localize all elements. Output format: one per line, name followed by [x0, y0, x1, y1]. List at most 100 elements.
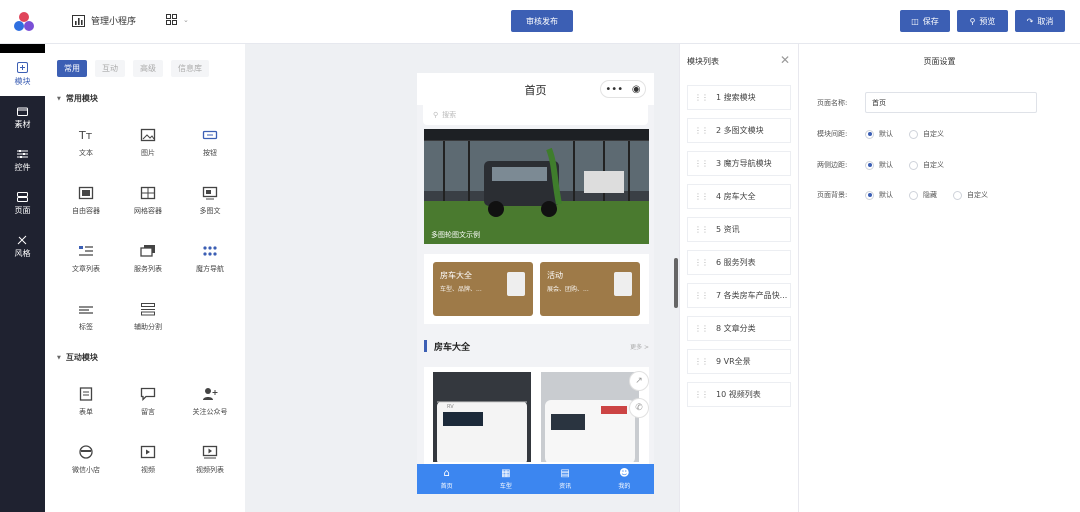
grid-menu-button[interactable]: ⌄: [166, 14, 189, 25]
module-multi-image-text[interactable]: 多图文: [187, 172, 233, 230]
tabbar-home[interactable]: ⌂ 首页: [417, 464, 476, 494]
drag-handle-icon[interactable]: ⋮⋮: [694, 324, 709, 333]
module-form[interactable]: 表单: [63, 373, 109, 431]
page-name-input[interactable]: 首页: [865, 92, 1037, 113]
module-list-item[interactable]: ⋮⋮ 5 资讯: [687, 217, 791, 242]
module-button[interactable]: 按钮: [187, 114, 233, 172]
more-link[interactable]: 更多 >: [630, 342, 649, 351]
cancel-label: 取消: [1037, 16, 1054, 26]
tabbar-label: 首页: [440, 483, 453, 490]
common-modules-grid: Tт 文本 图片 按钮 自由容器 网格容器 多图文 文章列表 服务列表 魔方导航 …: [63, 114, 233, 346]
module-list-item[interactable]: ⋮⋮ 3 魔方导航模块: [687, 151, 791, 176]
module-message[interactable]: 留言: [125, 373, 171, 431]
share-button[interactable]: ↗: [629, 371, 649, 391]
rail-item-materials[interactable]: 素材: [0, 96, 45, 139]
svg-text:Tт: Tт: [78, 129, 93, 142]
module-divider[interactable]: 辅助分割: [125, 288, 171, 346]
banner-carousel[interactable]: 多图轮图文示例: [424, 129, 649, 244]
module-video[interactable]: 视频: [125, 431, 171, 489]
tile-label: 服务列表: [134, 265, 162, 273]
tab-common[interactable]: 常用: [57, 60, 87, 77]
margin-custom-radio[interactable]: 自定义: [909, 160, 944, 170]
app-switcher[interactable]: 管理小程序: [72, 14, 136, 27]
module-list-item[interactable]: ⋮⋮ 4 房车大全: [687, 184, 791, 209]
section-title: 常用模块: [65, 94, 98, 103]
drag-handle-icon[interactable]: ⋮⋮: [694, 390, 709, 399]
bg-default-radio[interactable]: 默认: [865, 190, 893, 200]
module-text[interactable]: Tт 文本: [63, 114, 109, 172]
nav-card-events[interactable]: 活动 展会、团购、...: [540, 262, 640, 316]
phone-call-button[interactable]: ✆: [629, 398, 649, 418]
interactive-modules-header[interactable]: ▼ 互动模块: [57, 352, 98, 363]
module-follow-account[interactable]: 关注公众号: [187, 373, 233, 431]
bg-custom-radio[interactable]: 自定义: [953, 190, 988, 200]
module-grid-container[interactable]: 网格容器: [125, 172, 171, 230]
tabbar-news[interactable]: ▤ 资讯: [536, 464, 595, 494]
resize-handle[interactable]: [674, 258, 678, 308]
phone-icon: ✆: [635, 403, 643, 413]
rail-item-style[interactable]: 风格: [0, 225, 45, 268]
rail-label: 控件: [14, 162, 31, 172]
drag-handle-icon[interactable]: ⋮⋮: [694, 159, 709, 168]
module-service-list[interactable]: 服务列表: [125, 230, 171, 288]
tab-info-library[interactable]: 信息库: [171, 60, 209, 77]
drag-handle-icon[interactable]: ⋮⋮: [694, 225, 709, 234]
nav-card-rv-catalog[interactable]: 房车大全 车型、品牌、...: [433, 262, 533, 316]
message-icon: [140, 387, 156, 401]
module-list-item[interactable]: ⋮⋮ 9 VR全景: [687, 349, 791, 374]
rail-item-controls[interactable]: 控件: [0, 139, 45, 182]
phone-search-bar[interactable]: ⚲ 搜索: [423, 105, 648, 125]
bg-hidden-radio[interactable]: 隐藏: [909, 190, 937, 200]
rail-top-strip: [0, 44, 45, 53]
banner-caption: 多图轮图文示例: [431, 231, 480, 239]
module-list-item[interactable]: ⋮⋮ 7 各类房车产品快...: [687, 283, 791, 308]
spacing-custom-radio[interactable]: 自定义: [909, 129, 944, 139]
spacing-default-radio[interactable]: 默认: [865, 129, 893, 139]
tabbar-models[interactable]: ▦ 车型: [476, 464, 535, 494]
drag-handle-icon[interactable]: ⋮⋮: [694, 126, 709, 135]
tab-advanced[interactable]: 高级: [133, 60, 163, 77]
module-image[interactable]: 图片: [125, 114, 171, 172]
preview-button[interactable]: ⚲ 预览: [957, 10, 1008, 32]
rail-item-modules[interactable]: 模块: [0, 53, 45, 96]
module-list-item[interactable]: ⋮⋮ 2 多图文模块: [687, 118, 791, 143]
radio-dot: [865, 160, 874, 170]
module-list-item[interactable]: ⋮⋮ 1 搜索模块: [687, 85, 791, 110]
module-list-item[interactable]: ⋮⋮ 6 服务列表: [687, 250, 791, 275]
radio-dot: [909, 160, 918, 170]
drag-handle-icon[interactable]: ⋮⋮: [694, 291, 709, 300]
module-list-item[interactable]: ⋮⋮ 8 文章分类: [687, 316, 791, 341]
tab-interactive[interactable]: 互动: [95, 60, 125, 77]
module-list-item[interactable]: ⋮⋮ 10 视频列表: [687, 382, 791, 407]
image-icon: [140, 128, 156, 142]
module-article-list[interactable]: 文章列表: [63, 230, 109, 288]
tabbar-profile[interactable]: ☻ 我的: [595, 464, 654, 494]
save-button[interactable]: ◫ 保存: [900, 10, 950, 32]
module-cube-nav[interactable]: 魔方导航: [187, 230, 233, 288]
close-icon[interactable]: ✕: [780, 53, 790, 67]
cancel-button[interactable]: ↷ 取消: [1015, 10, 1065, 32]
review-publish-button[interactable]: 审核发布: [511, 10, 573, 32]
common-modules-header[interactable]: ▼ 常用模块: [57, 93, 98, 104]
drag-handle-icon[interactable]: ⋮⋮: [694, 192, 709, 201]
module-item-label: 5 资讯: [716, 225, 740, 234]
module-list: ⋮⋮ 1 搜索模块 ⋮⋮ 2 多图文模块 ⋮⋮ 3 魔方导航模块 ⋮⋮ 4 房车大全 ⋮…: [687, 85, 791, 415]
drag-handle-icon[interactable]: ⋮⋮: [694, 258, 709, 267]
drag-handle-icon[interactable]: ⋮⋮: [694, 357, 709, 366]
rail-item-pages[interactable]: 页面: [0, 182, 45, 225]
margin-default-radio[interactable]: 默认: [865, 160, 893, 170]
radio-label: 自定义: [923, 130, 944, 138]
module-video-list[interactable]: 视频列表: [187, 431, 233, 489]
tile-label: 视频: [141, 466, 155, 474]
multi-image-icon: [202, 186, 218, 200]
rv-card-1[interactable]: RV: [433, 372, 533, 462]
rv-card-2[interactable]: [540, 372, 641, 462]
mini-program-capsule[interactable]: ••• ◉: [600, 80, 646, 98]
search-placeholder: 搜索: [442, 111, 457, 119]
module-free-container[interactable]: 自由容器: [63, 172, 109, 230]
module-tag[interactable]: 标签: [63, 288, 109, 346]
tile-label: 自由容器: [72, 207, 100, 215]
drag-handle-icon[interactable]: ⋮⋮: [694, 93, 709, 102]
tabbar-label: 车型: [499, 483, 512, 490]
module-wechat-shop[interactable]: 微信小店: [63, 431, 109, 489]
